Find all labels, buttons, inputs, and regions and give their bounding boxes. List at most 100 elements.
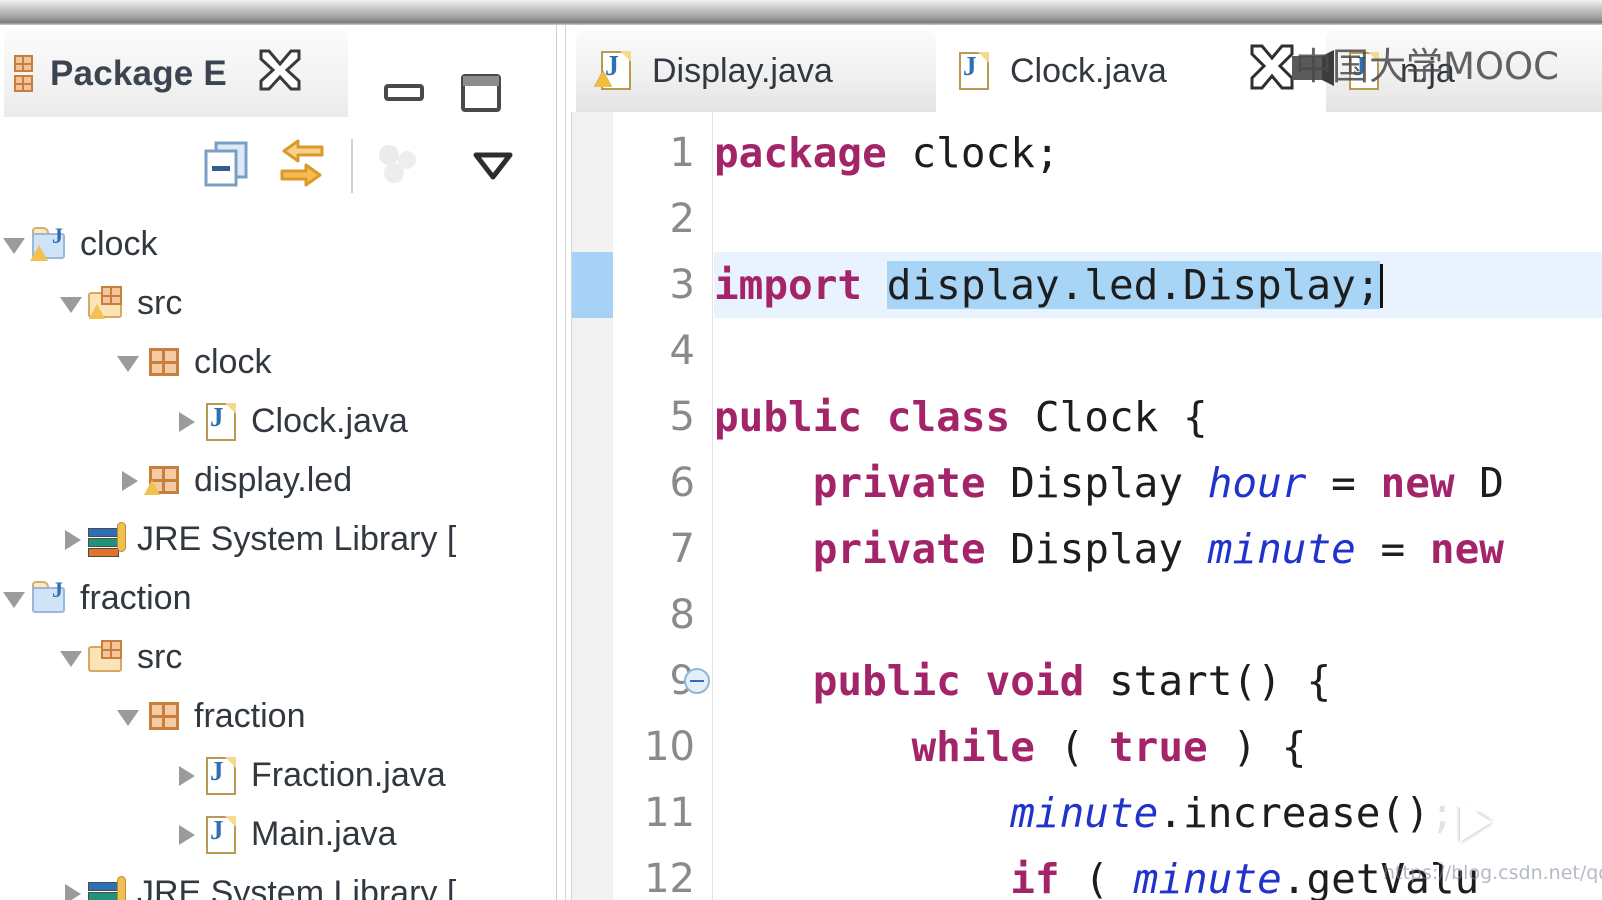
tree-item-label: src: [137, 638, 183, 676]
code-text-run: [714, 525, 813, 573]
tree-row[interactable]: Jfraction: [0, 569, 556, 628]
jre-library-icon: [87, 518, 129, 562]
tree-row[interactable]: src: [0, 274, 556, 333]
chevron-right-icon[interactable]: [57, 525, 87, 555]
close-icon[interactable]: [253, 47, 307, 101]
code-keyword: new: [1380, 459, 1455, 507]
chevron-right-icon[interactable]: [171, 761, 201, 791]
code-text-run: .increase();: [1158, 789, 1455, 837]
tree-item-label: Main.java: [251, 815, 397, 853]
editor-area: J Display.java J Clock.java Jn.ja 1234567891…: [566, 25, 1602, 900]
code-keyword: public void: [812, 657, 1085, 705]
toolbar-separator: [351, 139, 353, 193]
tree-row[interactable]: src: [0, 628, 556, 687]
chevron-right-icon[interactable]: [57, 879, 87, 900]
tree-item-label: clock: [80, 225, 158, 263]
play-button-ring-icon: [1448, 760, 1500, 812]
code-text-run: (: [1034, 723, 1109, 771]
code-text-run: [714, 723, 911, 771]
code-line[interactable]: package clock;: [714, 120, 1060, 186]
line-number: 9: [669, 658, 695, 704]
view-editor-sash[interactable]: [556, 25, 566, 900]
package-icon: [144, 695, 186, 739]
code-field: minute: [1207, 525, 1356, 573]
tree-row[interactable]: JRE System Library [: [0, 864, 556, 900]
code-text-run: [714, 789, 1010, 837]
fold-collapse-icon[interactable]: [684, 668, 710, 694]
java-file-icon: J: [201, 813, 243, 857]
line-number-gutter: 1 2 3 4 5 6 7 8 9 10 11 12: [613, 112, 703, 900]
tree-item-label: fraction: [194, 697, 306, 735]
annotation-marker[interactable]: [572, 252, 614, 318]
code-line[interactable]: public class Clock {: [714, 384, 1208, 450]
line-number: 6: [669, 460, 695, 506]
chevron-right-icon[interactable]: [171, 820, 201, 850]
code-text-run: (: [1059, 855, 1134, 900]
tree-row[interactable]: J Fraction.java: [0, 746, 556, 805]
chevron-down-icon[interactable]: [57, 289, 87, 319]
chevron-down-icon[interactable]: [0, 584, 30, 614]
tree-item-label: clock: [194, 343, 272, 381]
warning-overlay-icon: [89, 303, 105, 319]
tree-row[interactable]: JRE System Library [: [0, 510, 556, 569]
chevron-down-icon[interactable]: [114, 702, 144, 732]
package-explorer-icon: [10, 54, 36, 94]
chevron-down-icon[interactable]: [57, 643, 87, 673]
chevron-right-icon[interactable]: [114, 466, 144, 496]
package-icon: [144, 459, 186, 503]
tree-row[interactable]: J Main.java: [0, 805, 556, 864]
chevron-down-icon[interactable]: [0, 230, 30, 260]
code-text-run: Clock {: [1010, 393, 1208, 441]
focus-on-active-task-icon[interactable]: [368, 135, 428, 195]
project-tree[interactable]: Jclock src clock J Clock.java display.led JRE …: [0, 215, 556, 900]
code-line[interactable]: import display.led.Display;: [714, 252, 1384, 318]
editor-tab[interactable]: J Display.java: [576, 30, 936, 112]
tree-row[interactable]: display.led: [0, 451, 556, 510]
tree-item-label: fraction: [80, 579, 192, 617]
editor-tab-label: Display.java: [652, 51, 833, 90]
code-field: minute: [1133, 855, 1282, 900]
tree-item-label: JRE System Library [: [137, 520, 457, 558]
tree-row[interactable]: clock: [0, 333, 556, 392]
code-line[interactable]: minute.increase();: [714, 780, 1455, 846]
code-line[interactable]: private Display minute = new: [714, 516, 1504, 582]
tree-item-label: src: [137, 284, 183, 322]
maximize-icon[interactable]: [455, 67, 507, 119]
line-number: 7: [669, 526, 695, 572]
tree-row[interactable]: Jclock: [0, 215, 556, 274]
line-number: 1: [669, 130, 695, 176]
code-text-run: start() {: [1084, 657, 1332, 705]
code-text-run: Display: [985, 459, 1208, 507]
view-tab-package-explorer[interactable]: Package E: [4, 30, 348, 117]
code-line[interactable]: private Display hour = new D: [714, 450, 1504, 516]
chevron-down-icon[interactable]: [114, 348, 144, 378]
link-with-editor-icon[interactable]: [272, 135, 332, 195]
gutter-separator: [712, 112, 713, 900]
annotation-ruler[interactable]: [571, 112, 614, 900]
code-keyword: private: [812, 459, 986, 507]
collapse-all-icon[interactable]: [200, 135, 260, 195]
view-menu-icon[interactable]: [463, 135, 523, 195]
code-text-run: =: [1306, 459, 1381, 507]
code-text-run: clock;: [886, 129, 1060, 177]
tree-row[interactable]: fraction: [0, 687, 556, 746]
code-keyword: private: [812, 525, 986, 573]
code-line[interactable]: public void start() {: [714, 648, 1331, 714]
code-selection: display.led.Display;: [886, 261, 1381, 309]
tree-item-label: display.led: [194, 461, 353, 499]
tree-item-label: Fraction.java: [251, 756, 446, 794]
package-explorer-view: Package E J clock src clock J Clock.java…: [0, 25, 556, 900]
chevron-right-icon[interactable]: [171, 407, 201, 437]
editor-tab-label: Clock.java: [1010, 51, 1167, 90]
code-line[interactable]: while ( true ) {: [714, 714, 1306, 780]
minimize-icon[interactable]: [378, 67, 430, 119]
tree-item-label: JRE System Library [: [137, 874, 457, 900]
line-number: 4: [669, 328, 695, 374]
view-toolbar: [0, 117, 556, 213]
tree-row[interactable]: J Clock.java: [0, 392, 556, 451]
code-text-run: [714, 855, 1010, 900]
package-icon: [144, 341, 186, 385]
code-keyword: public class: [714, 393, 1011, 441]
warning-overlay-icon: [30, 244, 48, 261]
code-line[interactable]: if ( minute.getValu: [714, 846, 1479, 900]
